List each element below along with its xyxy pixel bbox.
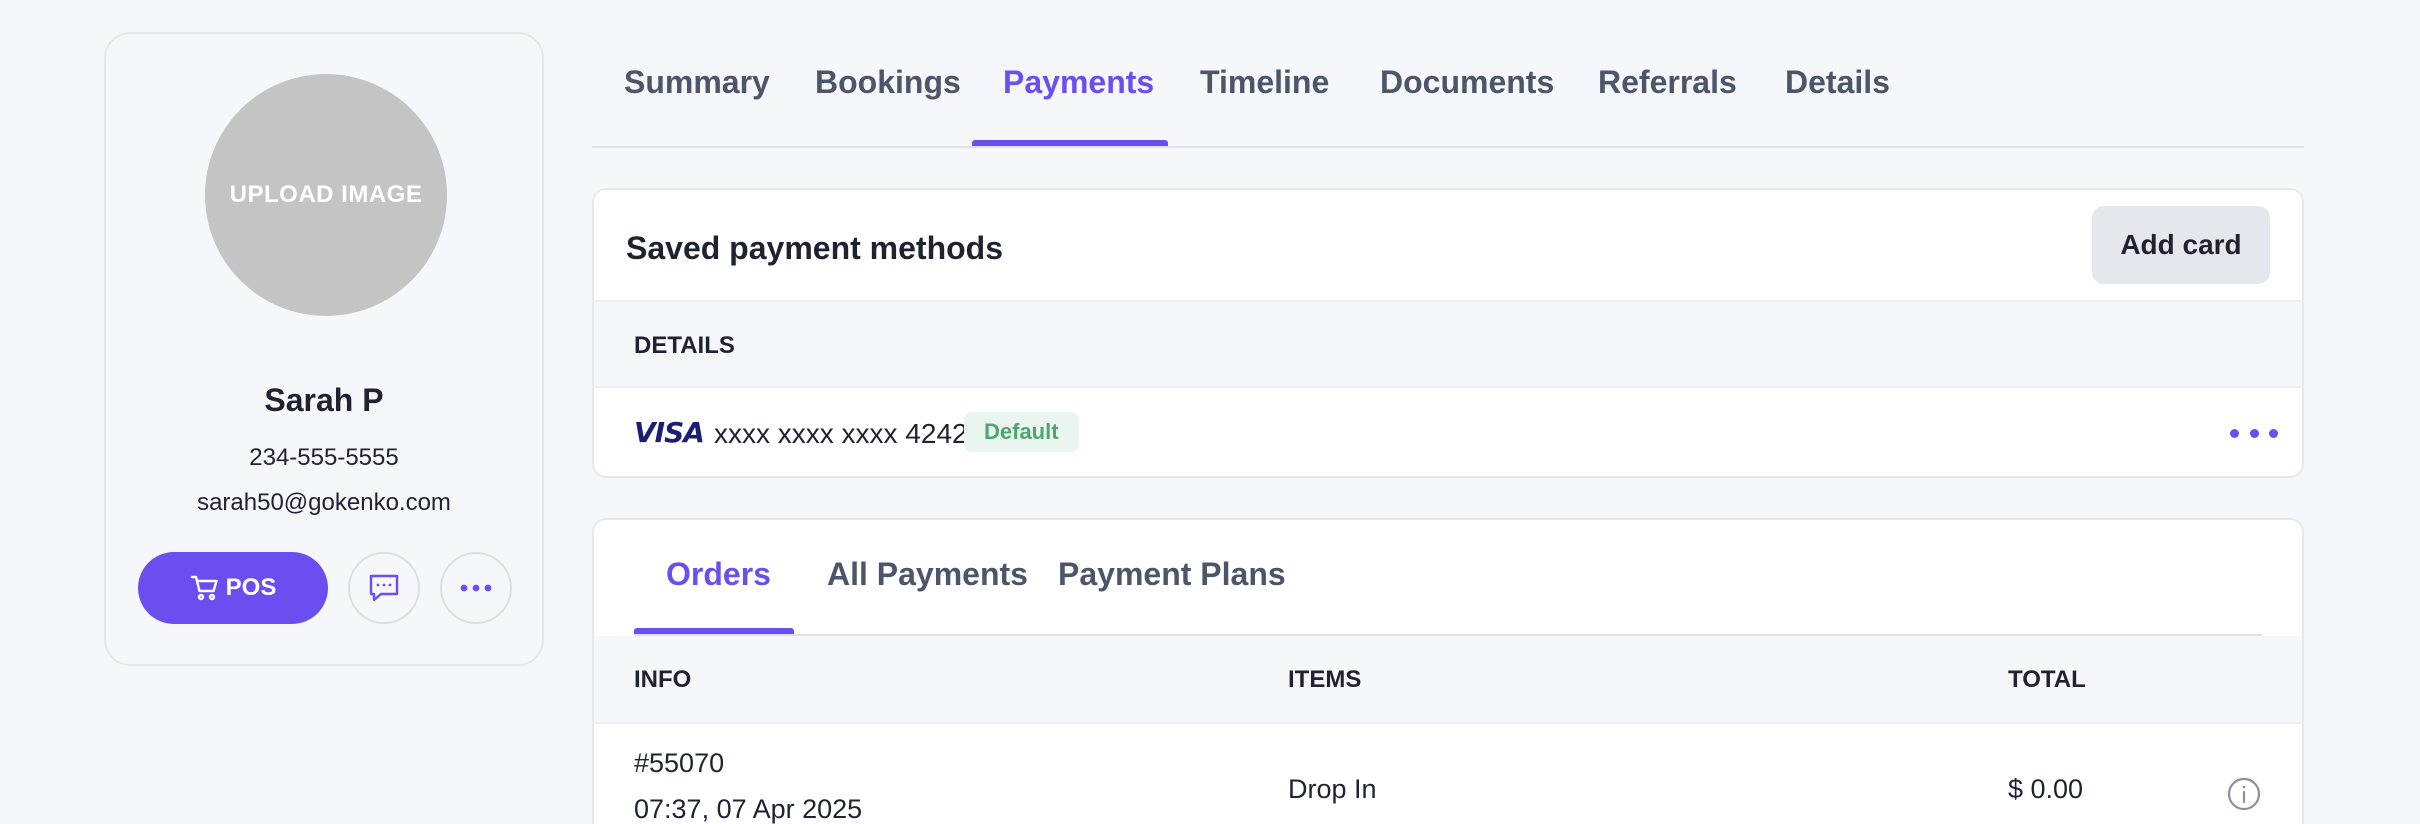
column-info: INFO (634, 666, 692, 693)
message-button[interactable] (348, 552, 420, 624)
orders-tabs: Orders All Payments Payment Plans (634, 520, 2262, 636)
profile-actions: POS (138, 552, 512, 624)
card-number: xxxx xxxx xxxx 4242 (714, 418, 968, 449)
order-id: #55070 (634, 748, 725, 778)
tab-timeline[interactable]: Timeline (1200, 64, 1329, 101)
more-actions-button[interactable] (440, 552, 512, 624)
profile-name: Sarah P (264, 382, 384, 418)
orders-table-header: INFO ITEMS TOTAL (594, 636, 2302, 724)
visa-logo: VISA (634, 416, 705, 449)
tab-summary[interactable]: Summary (624, 64, 770, 101)
table-row[interactable]: #55070 07:37, 07 Apr 2025 Drop In $ 0.00 (594, 724, 2302, 824)
profile-card: UPLOAD IMAGE Sarah P 234-555-5555 sarah5… (104, 32, 544, 666)
avatar-upload[interactable]: UPLOAD IMAGE (205, 74, 447, 316)
payment-method-menu-button[interactable] (2230, 418, 2278, 448)
order-total: $ 0.00 (2008, 774, 2084, 804)
chat-icon (369, 574, 399, 602)
profile-phone: 234-555-5555 (249, 444, 399, 471)
tab-all-payments[interactable]: All Payments (827, 556, 1028, 593)
orders-card: Orders All Payments Payment Plans INFO I… (592, 518, 2304, 824)
details-header-label: DETAILS (634, 332, 735, 359)
details-column-header: DETAILS (594, 300, 2302, 388)
ellipsis-icon (460, 584, 492, 592)
info-icon[interactable] (2226, 776, 2262, 812)
column-items: ITEMS (1288, 666, 1362, 693)
order-items: Drop In (1288, 774, 1377, 804)
tab-referrals[interactable]: Referrals (1598, 64, 1737, 101)
menu-dot (2249, 428, 2259, 438)
column-total: TOTAL (2008, 666, 2086, 693)
tab-orders[interactable]: Orders (666, 556, 771, 593)
cart-icon (190, 575, 218, 601)
order-time: 07:37, 07 Apr 2025 (634, 794, 863, 824)
add-card-button[interactable]: Add card (2092, 206, 2270, 284)
tab-details[interactable]: Details (1785, 64, 1890, 101)
profile-email: sarah50@gokenko.com (197, 489, 451, 516)
pos-button[interactable]: POS (138, 552, 328, 624)
tab-payments[interactable]: Payments (1003, 64, 1154, 101)
tab-documents[interactable]: Documents (1380, 64, 1554, 101)
page: UPLOAD IMAGE Sarah P 234-555-5555 sarah5… (0, 0, 2420, 824)
customer-tabs: Summary Bookings Payments Timeline Docum… (592, 0, 2304, 148)
payment-method-row: VISA xxxx xxxx xxxx 4242 Default (594, 388, 2302, 476)
pos-button-label: POS (225, 574, 277, 601)
menu-dot (2269, 428, 2278, 438)
tab-payment-plans[interactable]: Payment Plans (1058, 556, 1286, 593)
active-subtab-indicator (634, 628, 794, 634)
default-badge: Default (964, 412, 1079, 452)
tab-bookings[interactable]: Bookings (815, 64, 961, 101)
saved-payment-methods-title: Saved payment methods (626, 230, 1003, 266)
active-tab-indicator (972, 140, 1168, 146)
menu-dot (2230, 428, 2239, 438)
avatar-upload-label: UPLOAD IMAGE (229, 181, 423, 208)
saved-payment-methods-card: Saved payment methods Add card DETAILS V… (592, 188, 2304, 478)
visa-brand-text: VISA (634, 416, 705, 449)
